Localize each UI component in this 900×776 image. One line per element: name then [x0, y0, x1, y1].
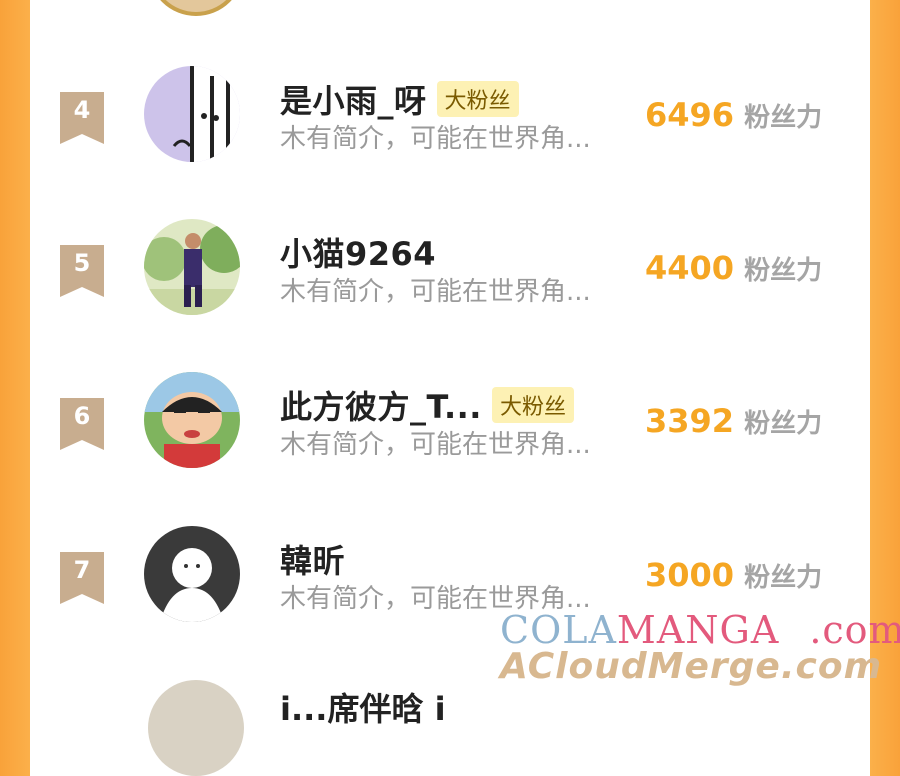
rank-ribbon-icon: 5	[60, 245, 104, 297]
user-bio: 木有简介，可能在世界角...	[280, 430, 591, 460]
score-value: 3392	[645, 402, 735, 440]
rank-number: 7	[73, 556, 91, 584]
fan-badge: 大粉丝	[436, 81, 519, 117]
rank-ribbon-icon: 4	[60, 92, 104, 144]
avatar[interactable]	[144, 219, 240, 315]
rank-number: 4	[73, 96, 91, 124]
list-item[interactable]: 5 小猫9264 木有简介，可能在世界角... 4400 粉丝力	[0, 219, 900, 339]
score-unit: 粉丝力	[744, 563, 823, 593]
score-unit: 粉丝力	[744, 256, 823, 286]
fan-badge: 大粉丝	[491, 387, 574, 423]
rank-number: 5	[73, 249, 91, 277]
watermark-line2: ACloudMerge.com	[500, 646, 883, 687]
user-name[interactable]: i...席伴晗 i	[280, 684, 446, 730]
user-name[interactable]: 小猫9264	[280, 229, 436, 275]
score-unit: 粉丝力	[744, 409, 823, 439]
score-unit: 粉丝力	[744, 103, 823, 133]
rank-ribbon-icon: 7	[60, 552, 104, 604]
user-bio: 木有简介，可能在世界角...	[280, 277, 591, 307]
list-item[interactable]: 6 此方彼方_T... 大粉丝 木有简介，可能在世界角... 3392 粉丝力	[0, 372, 900, 492]
rank-ribbon-icon: 6	[60, 398, 104, 450]
watermark: COLAMANGA .com ACloudMerge.com	[500, 608, 900, 687]
user-name[interactable]: 是小雨_呀	[280, 76, 427, 122]
score-value: 4400	[645, 249, 735, 287]
avatar[interactable]	[144, 372, 240, 468]
score-value: 3000	[645, 556, 735, 594]
user-name[interactable]: 韓昕	[280, 536, 345, 582]
score-value: 6496	[645, 96, 735, 134]
avatar[interactable]	[144, 526, 240, 622]
avatar[interactable]	[144, 66, 240, 162]
avatar[interactable]	[148, 680, 244, 776]
user-bio: 木有简介，可能在世界角...	[280, 124, 591, 154]
list-item[interactable]: 4 是小雨_呀 大粉丝 木有简介，可能在世界角... 6496 粉丝力	[0, 66, 900, 186]
rank-number: 6	[73, 402, 91, 430]
user-name[interactable]: 此方彼方_T...	[280, 382, 482, 428]
